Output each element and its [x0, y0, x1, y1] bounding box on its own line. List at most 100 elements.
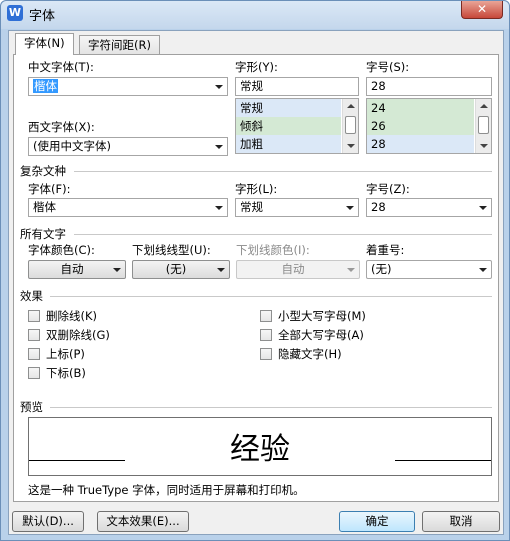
checkbox-label: 隐藏文字(H): [278, 347, 342, 361]
size-list-scrollbar[interactable]: [475, 99, 491, 153]
checkbox-box[interactable]: [28, 310, 40, 322]
chevron-down-icon: [479, 206, 487, 210]
style-label: 字形(Y):: [235, 60, 278, 74]
small-caps-checkbox[interactable]: 小型大写字母(M): [260, 308, 366, 324]
preview-sample-text: 经验: [230, 432, 290, 467]
ok-button[interactable]: 确定: [339, 511, 415, 532]
chevron-down-icon: [347, 268, 355, 272]
checkbox-box[interactable]: [28, 367, 40, 379]
chinese-font-select[interactable]: 楷体: [28, 77, 228, 96]
size-option-26[interactable]: 26: [367, 117, 474, 135]
checkbox-label: 上标(P): [46, 347, 85, 361]
scroll-down-icon[interactable]: [480, 144, 488, 148]
checkbox-label: 下标(B): [46, 366, 86, 380]
checkbox-box[interactable]: [260, 310, 272, 322]
effects-group-label: 效果: [20, 289, 43, 303]
complex-style-value: 常规: [240, 200, 263, 214]
chevron-down-icon: [113, 268, 121, 272]
western-font-label: 西文字体(X):: [28, 120, 95, 134]
tab-character-spacing[interactable]: 字符间距(R): [79, 35, 160, 55]
underline-color-label: 下划线颜色(I):: [236, 243, 310, 257]
size-input[interactable]: 28: [366, 77, 492, 96]
font-tab-panel: 中文字体(T): 楷体 字形(Y): 常规 常规 倾斜 加粗 字号(S): 28: [13, 54, 499, 502]
scroll-thumb[interactable]: [345, 116, 356, 134]
checkbox-box[interactable]: [28, 329, 40, 341]
chevron-down-icon: [479, 268, 487, 272]
underline-color-value: 自动: [281, 262, 305, 276]
preview-group-label: 预览: [20, 400, 43, 414]
checkbox-label: 双删除线(G): [46, 328, 110, 342]
chevron-down-icon: [217, 268, 225, 272]
size-option-24[interactable]: 24: [367, 99, 474, 117]
divider: [74, 234, 492, 235]
scroll-up-icon[interactable]: [347, 104, 355, 108]
checkbox-box[interactable]: [260, 348, 272, 360]
scroll-thumb[interactable]: [478, 116, 489, 134]
checkbox-label: 删除线(K): [46, 309, 98, 323]
checkbox-label: 小型大写字母(M): [278, 309, 366, 323]
chinese-font-value: 楷体: [33, 79, 58, 93]
complex-font-select[interactable]: 楷体: [28, 198, 228, 217]
hidden-text-checkbox[interactable]: 隐藏文字(H): [260, 346, 342, 362]
wps-writer-icon: W: [7, 5, 23, 21]
size-list[interactable]: 24 26 28: [366, 98, 492, 154]
chevron-down-icon: [215, 85, 223, 89]
all-text-group-label: 所有文字: [20, 227, 66, 241]
western-font-value: (使用中文字体): [33, 139, 111, 153]
divider: [50, 296, 492, 297]
style-option-italic[interactable]: 倾斜: [236, 117, 341, 135]
complex-size-label: 字号(Z):: [366, 182, 410, 196]
double-strikethrough-checkbox[interactable]: 双删除线(G): [28, 327, 110, 343]
divider: [50, 407, 492, 408]
emphasis-mark-value: (无): [371, 262, 392, 276]
emphasis-mark-dropdown[interactable]: (无): [366, 260, 492, 279]
complex-style-label: 字形(L):: [235, 182, 278, 196]
complex-font-value: 楷体: [33, 200, 56, 214]
subscript-checkbox[interactable]: 下标(B): [28, 365, 86, 381]
style-input[interactable]: 常规: [235, 77, 359, 96]
default-button[interactable]: 默认(D)...: [12, 511, 84, 532]
close-button[interactable]: ✕: [461, 1, 503, 19]
complex-style-select[interactable]: 常规: [235, 198, 359, 217]
chevron-down-icon: [215, 145, 223, 149]
underline-style-label: 下划线线型(U):: [132, 243, 211, 257]
preview-box: 经验: [28, 417, 492, 476]
complex-size-select[interactable]: 28: [366, 198, 492, 217]
tab-font[interactable]: 字体(N): [15, 33, 74, 55]
font-color-label: 字体颜色(C):: [28, 243, 95, 257]
complex-script-group-label: 复杂文种: [20, 164, 66, 178]
cancel-button[interactable]: 取消: [422, 511, 500, 532]
checkbox-box[interactable]: [260, 329, 272, 341]
font-description: 这是一种 TrueType 字体，同时适用于屏幕和打印机。: [28, 483, 305, 497]
underline-style-dropdown[interactable]: (无): [132, 260, 230, 279]
style-list[interactable]: 常规 倾斜 加粗: [235, 98, 359, 154]
chevron-down-icon: [346, 206, 354, 210]
strikethrough-checkbox[interactable]: 删除线(K): [28, 308, 97, 324]
font-color-value: 自动: [60, 262, 84, 276]
divider: [74, 171, 492, 172]
text-effects-button[interactable]: 文本效果(E)...: [97, 511, 189, 532]
style-option-bold[interactable]: 加粗: [236, 135, 341, 153]
emphasis-mark-label: 着重号:: [366, 243, 405, 257]
western-font-select[interactable]: (使用中文字体): [28, 137, 228, 156]
scroll-down-icon[interactable]: [347, 144, 355, 148]
underline-color-dropdown: 自动: [236, 260, 360, 279]
style-list-scrollbar[interactable]: [342, 99, 358, 153]
checkbox-box[interactable]: [28, 348, 40, 360]
underline-style-value: (无): [165, 262, 187, 276]
font-dialog: W 字体 ✕ 字体(N) 字符间距(R) 中文字体(T): 楷体 字形(Y): …: [0, 0, 510, 541]
window-title: 字体: [29, 9, 56, 24]
style-option-regular[interactable]: 常规: [236, 99, 341, 117]
complex-size-value: 28: [371, 200, 386, 214]
superscript-checkbox[interactable]: 上标(P): [28, 346, 85, 362]
chinese-font-label: 中文字体(T):: [28, 60, 94, 74]
scroll-up-icon[interactable]: [480, 104, 488, 108]
dialog-body: 字体(N) 字符间距(R) 中文字体(T): 楷体 字形(Y): 常规 常规 倾…: [8, 30, 504, 535]
all-caps-checkbox[interactable]: 全部大写字母(A): [260, 327, 364, 343]
checkbox-label: 全部大写字母(A): [278, 328, 364, 342]
font-color-dropdown[interactable]: 自动: [28, 260, 126, 279]
title-bar: W 字体 ✕: [1, 1, 509, 29]
complex-font-label: 字体(F):: [28, 182, 71, 196]
size-label: 字号(S):: [366, 60, 410, 74]
size-option-28[interactable]: 28: [367, 135, 474, 153]
